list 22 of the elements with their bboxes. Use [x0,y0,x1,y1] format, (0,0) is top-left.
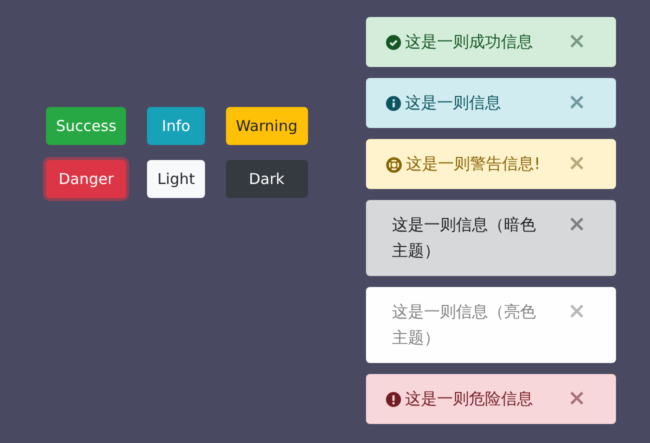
alert-message: 这是一则成功信息 [405,31,533,53]
exclamation-circle-icon [386,392,401,407]
close-button[interactable]: × [568,90,596,116]
alert-message: 这是一则信息 [405,92,501,114]
close-button[interactable]: × [568,29,596,55]
lifebuoy-icon [386,157,402,173]
button[interactable]: Light [147,160,205,198]
info-icon [386,96,401,111]
alert-message: 这是一则信息（亮色主题） [392,301,537,349]
button[interactable]: Success [46,107,126,145]
button[interactable]: Dark [226,160,308,198]
close-button[interactable]: × [568,151,596,177]
alert-message: 这是一则信息（暗色主题） [392,214,537,262]
alert-message: 这是一则警告信息! [406,153,540,175]
close-button[interactable]: × [568,386,596,412]
check-circle-icon [386,35,401,50]
button[interactable]: Warning [226,107,308,145]
close-button[interactable]: × [568,212,596,238]
button[interactable]: Info [147,107,205,145]
close-button[interactable]: × [568,299,596,325]
button[interactable]: Danger [46,160,126,198]
alert-message: 这是一则危险信息 [405,388,533,410]
